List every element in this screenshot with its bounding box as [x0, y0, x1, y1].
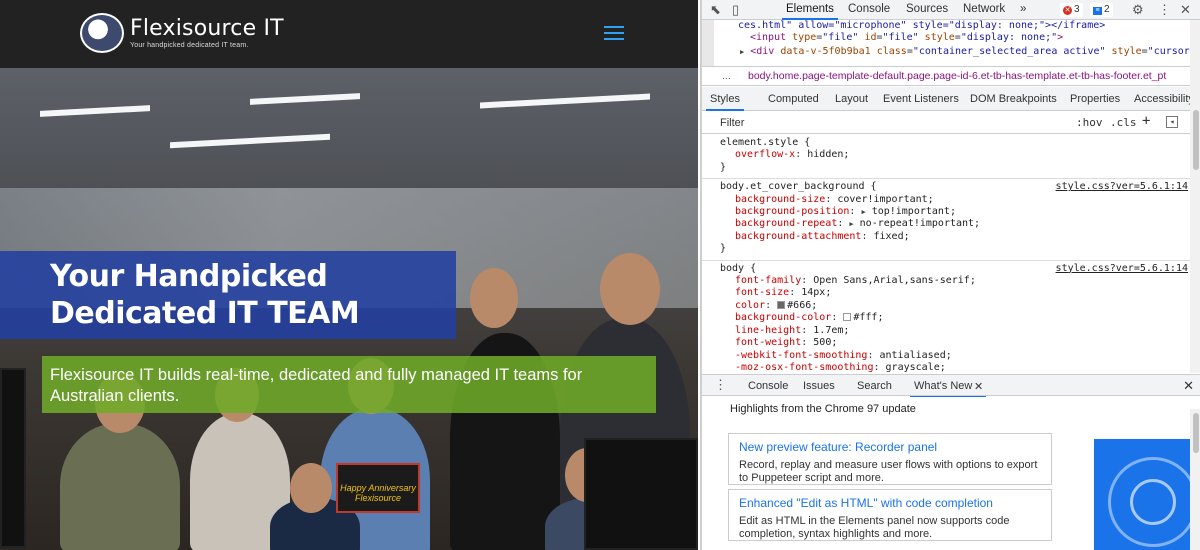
website-viewport: Flexisource IT Your handpicked dedicated… — [0, 0, 698, 550]
expand-triangle-icon[interactable]: ▶ — [849, 220, 853, 228]
tab-styles[interactable]: Styles — [706, 93, 744, 111]
dom-node-line[interactable]: ces.html" allow="microphone" style="disp… — [738, 20, 1105, 31]
style-declaration[interactable]: font-weight: 500; — [720, 337, 1190, 349]
style-declaration[interactable]: background-repeat: ▶ no-repeat!important… — [720, 218, 1190, 230]
styles-filter-input[interactable] — [720, 116, 1020, 130]
breadcrumb-item-body[interactable]: body.home.page-template-default.page.pag… — [748, 70, 1166, 82]
expand-triangle-icon[interactable]: ▶ — [740, 48, 744, 56]
devtools-main-toolbar: ⬉ ▯ Elements Console Sources Network » ✕… — [702, 0, 1200, 20]
drawer-tabs: ⋮ Console Issues Search What's New ✕ ✕ — [702, 374, 1200, 398]
tab-dom-breakpoints[interactable]: DOM Breakpoints — [970, 93, 1057, 105]
cls-toggle-button[interactable]: .cls — [1110, 116, 1137, 129]
error-count-badge[interactable]: ✕ 3 — [1060, 3, 1083, 17]
style-declaration[interactable]: background-attachment: fixed; — [720, 231, 1190, 243]
site-header: Flexisource IT Your handpicked dedicated… — [0, 0, 698, 68]
style-rule[interactable]: body.et_cover_background { style.css?ver… — [702, 179, 1190, 261]
inspect-element-icon[interactable]: ⬉ — [710, 2, 721, 18]
whats-new-card[interactable]: Enhanced "Edit as HTML" with code comple… — [728, 489, 1052, 541]
style-declaration[interactable]: line-height: 1.7em; — [720, 325, 1190, 337]
more-tabs-icon[interactable]: » — [1020, 3, 1026, 15]
style-declaration[interactable]: font-family: Open Sans,Arial,sans-serif; — [720, 275, 1190, 287]
card-description: Record, replay and measure user flows wi… — [739, 459, 1038, 484]
card-description: Edit as HTML in the Elements panel now s… — [739, 515, 1010, 540]
elements-sidebar-tabs: Styles Computed Layout Event Listeners D… — [702, 87, 1200, 111]
color-swatch[interactable] — [777, 300, 786, 309]
new-style-rule-button[interactable]: + — [1142, 113, 1150, 129]
style-declaration[interactable]: overflow-x: hidden; — [720, 149, 1190, 161]
close-tab-icon[interactable]: ✕ — [974, 380, 983, 393]
whats-new-header: Highlights from the Chrome 97 update — [730, 403, 916, 415]
tab-layout[interactable]: Layout — [835, 93, 868, 105]
dom-tree[interactable]: ces.html" allow="microphone" style="disp… — [702, 20, 1200, 66]
whats-new-card[interactable]: New preview feature: Recorder panel Reco… — [728, 433, 1052, 485]
anniversary-cake: Happy Anniversary Flexisource — [336, 463, 420, 513]
card-title-link[interactable]: Enhanced "Edit as HTML" with code comple… — [739, 496, 1041, 510]
style-declaration[interactable]: background-size: cover!important; — [720, 194, 1190, 206]
drawer-tab-whats-new[interactable]: What's New — [909, 380, 987, 398]
rule-source-link[interactable]: style.css?ver=5.6.1:14 — [1056, 263, 1188, 275]
style-declaration[interactable]: color: #666; — [720, 300, 1190, 312]
hamburger-menu-icon[interactable] — [604, 26, 624, 40]
close-drawer-icon[interactable]: ✕ — [1183, 378, 1194, 394]
style-rule[interactable]: body { style.css?ver=5.6.1:14 font-famil… — [702, 261, 1190, 373]
customize-menu-icon[interactable]: ⋮ — [1158, 2, 1171, 18]
toggle-sidebar-icon[interactable]: ◂ — [1166, 116, 1178, 128]
ceiling-light — [250, 93, 360, 105]
tab-elements[interactable]: Elements — [782, 3, 838, 20]
style-declaration[interactable]: background-color: #fff; — [720, 312, 1190, 324]
card-title-link[interactable]: New preview feature: Recorder panel — [739, 440, 1041, 454]
tab-sources[interactable]: Sources — [906, 3, 948, 15]
styles-filter-bar: :hov .cls + ◂ — [702, 112, 1190, 134]
logo-name: Flexisource IT — [130, 16, 284, 41]
settings-gear-icon[interactable]: ⚙ — [1132, 2, 1144, 18]
person — [60, 423, 180, 550]
style-rule[interactable]: element.style { overflow-x: hidden; } — [702, 135, 1190, 180]
drawer-tab-console[interactable]: Console — [748, 380, 788, 392]
message-icon: ≡ — [1093, 7, 1102, 15]
site-logo[interactable]: Flexisource IT Your handpicked dedicated… — [80, 13, 284, 53]
message-count-badge[interactable]: ≡ 2 — [1090, 3, 1113, 17]
drawer-tab-search[interactable]: Search — [857, 380, 892, 392]
hero-headline: Your Handpicked Dedicated IT TEAM — [50, 259, 360, 331]
dom-node-line[interactable]: ▶ <div data-v-5f0b9ba1 class="container_… — [740, 46, 1196, 57]
rule-selector[interactable]: element.style { — [720, 137, 1190, 149]
styles-scrollbar[interactable] — [1190, 20, 1200, 373]
computer-monitor — [584, 438, 698, 550]
ceiling-light — [480, 93, 650, 109]
styles-pane[interactable]: element.style { overflow-x: hidden; } bo… — [702, 135, 1190, 373]
style-declaration[interactable]: background-position: ▶ top!important; — [720, 206, 1190, 218]
tab-network[interactable]: Network — [963, 3, 1005, 15]
tab-console[interactable]: Console — [848, 3, 890, 15]
hov-toggle-button[interactable]: :hov — [1076, 116, 1103, 129]
rule-source-link[interactable]: style.css?ver=5.6.1:14 — [1056, 181, 1188, 193]
tab-accessibility[interactable]: Accessibility — [1134, 93, 1194, 105]
tab-computed[interactable]: Computed — [768, 93, 819, 105]
error-icon: ✕ — [1063, 6, 1072, 15]
hero-subtext: Flexisource IT builds real-time, dedicat… — [50, 366, 583, 405]
breadcrumb: ... body.home.page-template-default.page… — [702, 66, 1200, 86]
whats-new-scrollbar[interactable] — [1190, 409, 1200, 550]
computer-monitor — [0, 368, 26, 548]
ceiling-light — [170, 133, 330, 149]
dom-node-line[interactable]: <input type="file" id="file" style="disp… — [750, 32, 1063, 43]
style-declaration[interactable]: -webkit-font-smoothing: antialiased; — [720, 350, 1190, 362]
chrome-update-promo-image[interactable] — [1094, 439, 1190, 550]
drawer-menu-icon[interactable]: ⋮ — [714, 377, 727, 393]
device-toolbar-icon[interactable]: ▯ — [732, 2, 739, 18]
logo-globe-icon — [80, 13, 124, 53]
logo-tagline: Your handpicked dedicated IT team. — [130, 42, 249, 49]
color-swatch[interactable] — [843, 313, 852, 322]
style-declaration[interactable]: font-size: 14px; — [720, 287, 1190, 299]
whats-new-panel: Highlights from the Chrome 97 update New… — [702, 397, 1200, 550]
breadcrumb-overflow[interactable]: ... — [722, 70, 731, 82]
expand-triangle-icon[interactable]: ▶ — [861, 208, 865, 216]
ceiling-light — [40, 105, 150, 117]
close-devtools-icon[interactable]: ✕ — [1180, 2, 1191, 18]
drawer-tab-issues[interactable]: Issues — [803, 380, 835, 392]
tab-properties[interactable]: Properties — [1070, 93, 1120, 105]
tab-event-listeners[interactable]: Event Listeners — [883, 93, 959, 105]
devtools-panel: ⬉ ▯ Elements Console Sources Network » ✕… — [700, 0, 1200, 550]
style-declaration[interactable]: -moz-osx-font-smoothing: grayscale; — [720, 362, 1190, 373]
